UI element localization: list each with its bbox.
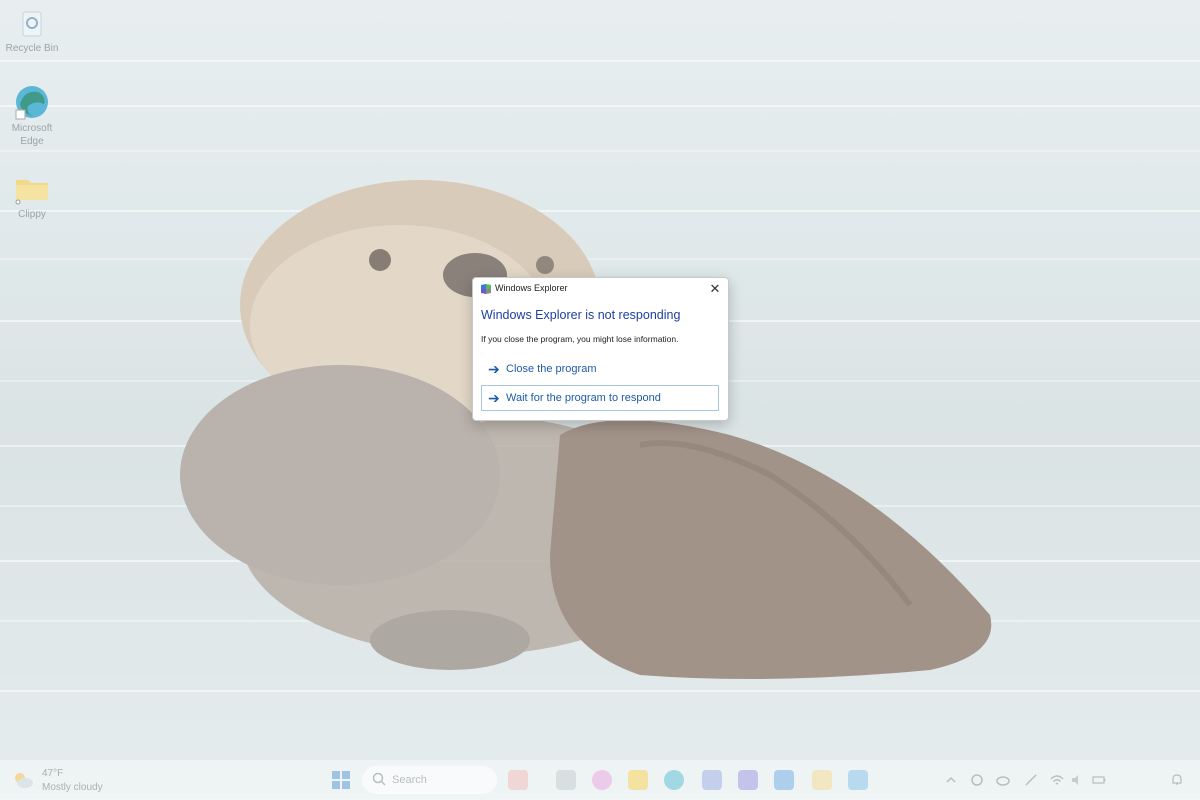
desktop-icon-label: Clippy <box>18 209 46 220</box>
task-view-icon[interactable] <box>556 770 576 790</box>
close-program-label: Close the program <box>506 363 597 375</box>
cloud-sun-icon <box>15 773 33 788</box>
windows-explorer-icon <box>481 284 491 294</box>
paint-icon[interactable] <box>812 770 832 790</box>
battery-icon[interactable] <box>1092 773 1106 787</box>
taskbar: 47°F Mostly cloudy Search <box>0 759 1200 800</box>
arrow-right-icon: ➔ <box>488 390 500 406</box>
wait-for-program-button[interactable]: ➔ Wait for the program to respond <box>481 385 719 411</box>
photos-icon[interactable] <box>848 770 868 790</box>
weather-temp: 47°F <box>42 768 64 779</box>
desktop-icon-recycle-bin[interactable]: Recycle Bin <box>0 4 64 55</box>
desktop-icon-clippy[interactable]: Clippy <box>0 170 64 221</box>
weather-widget[interactable]: 47°F Mostly cloudy <box>12 766 122 796</box>
edge-icon[interactable] <box>664 770 684 790</box>
start-button[interactable] <box>332 771 350 789</box>
network-icon[interactable] <box>970 773 984 787</box>
file-explorer-icon[interactable] <box>628 770 648 790</box>
close-program-button[interactable]: ➔ Close the program <box>481 356 719 382</box>
teams-icon[interactable] <box>738 770 758 790</box>
desktop-icon-label: Recycle Bin <box>5 43 59 54</box>
dialog-heading: Windows Explorer is not responding <box>481 308 681 322</box>
cloud-icon[interactable] <box>996 773 1010 787</box>
folder-icon <box>15 180 48 205</box>
pen-icon[interactable] <box>1024 773 1038 787</box>
not-responding-dialog: Windows Explorer ✕ Windows Explorer is n… <box>472 277 729 421</box>
outlook-icon[interactable] <box>774 770 794 790</box>
desktop-icon-edge[interactable]: Microsoft Edge <box>0 84 64 148</box>
copilot-app-icon[interactable] <box>592 770 612 790</box>
search-placeholder: Search <box>392 774 427 786</box>
dialog-message: If you close the program, you might lose… <box>481 334 679 344</box>
wifi-icon[interactable] <box>1050 773 1064 787</box>
store-icon[interactable] <box>702 770 722 790</box>
wait-for-program-label: Wait for the program to respond <box>506 392 661 404</box>
weather-condition: Mostly cloudy <box>42 782 103 793</box>
chevron-up-icon[interactable] <box>944 773 958 787</box>
taskbar-search[interactable]: Search <box>362 766 497 794</box>
close-button[interactable]: ✕ <box>706 280 724 298</box>
edge-icon <box>15 86 48 120</box>
notifications-icon[interactable] <box>1170 773 1184 787</box>
volume-icon[interactable] <box>1070 773 1084 787</box>
dialog-titlebar[interactable]: Windows Explorer ✕ <box>473 278 728 300</box>
recycle-bin-icon <box>22 11 42 37</box>
copilot-icon[interactable] <box>508 770 528 790</box>
desktop-icon-label: Microsoft Edge <box>11 123 53 147</box>
search-icon <box>372 772 386 786</box>
dialog-title: Windows Explorer <box>495 283 568 293</box>
arrow-right-icon: ➔ <box>488 361 500 377</box>
